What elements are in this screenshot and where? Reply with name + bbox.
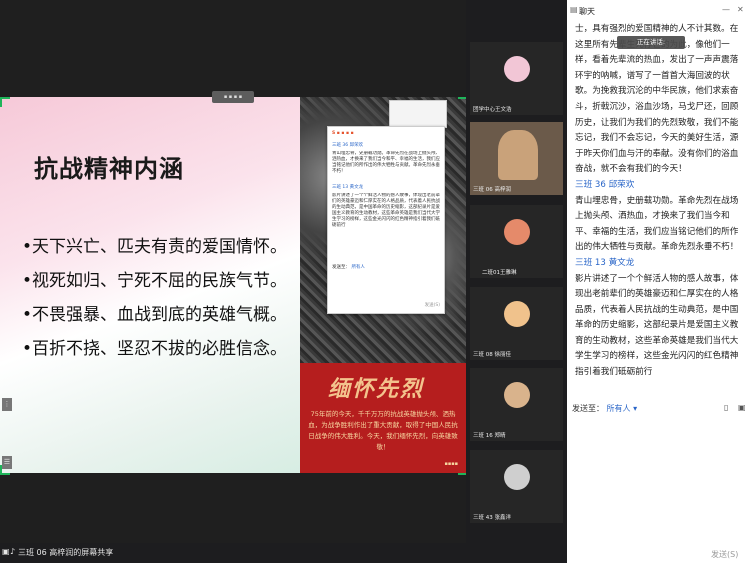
chevron-down-icon[interactable]: ▾ (633, 404, 637, 413)
video-tile[interactable]: 三班 08 徐丽佳 (470, 287, 563, 360)
side-handle-icon[interactable]: ⋮ (2, 398, 12, 411)
avatar (498, 130, 538, 180)
screen-share-icon: ▣ (2, 547, 10, 556)
mini-chat-window: S ▪ ▪ ▪ ▪ 三班 36 邱荣欢 青山埋忠骨，史册载功勋。革命先烈在战场上… (327, 126, 445, 314)
mini-chat-logo-icon: S ▪ ▪ ▪ ▪ (332, 131, 354, 136)
screenshot-icon[interactable]: ▣ (738, 403, 746, 412)
chat-message-list: 士，具有强烈的爱国精神的人不计其数。在这里所有先辈生死存亡的为此，像他们一样，看… (575, 22, 745, 381)
video-tile[interactable]: 团学中心王文浩 (470, 42, 563, 115)
chat-message-text: 青山埋忠骨，史册载功勋。革命先烈在战场上抛头颅、洒热血，才换来了我们当今和平、幸… (575, 195, 739, 253)
slide-bullet: •天下兴亡、匹夫有责的爱国情怀。 (22, 237, 288, 257)
mini-chat-sender: 三班 13 黄文龙 (332, 185, 364, 190)
send-to-label: 发送至： (572, 404, 604, 413)
send-button[interactable]: 发送(S) (711, 549, 738, 560)
close-icon[interactable]: ✕ (737, 5, 744, 14)
file-icon[interactable]: ▯ (724, 403, 728, 412)
video-tile[interactable]: 三班 43 张鑫洋 (470, 450, 563, 523)
chat-message-text: 影片讲述了一个个鲜活人物的感人故事，体现出老前辈们的英雄豪迈和仁厚实在的人格品质… (575, 273, 739, 378)
mini-chat-sender: 三班 36 邱荣欢 (332, 143, 364, 148)
floating-toolbar[interactable]: ▪ ▪ ▪ ▪ (212, 91, 254, 103)
video-tile[interactable]: 二班01王雅琳 (470, 205, 563, 278)
chat-header: ▤ 聊天 — ✕ (567, 0, 750, 22)
share-border-corner (0, 97, 10, 107)
avatar (504, 56, 530, 82)
participant-name: 二班01王雅琳 (482, 270, 517, 276)
microphone-icon: ♪ (10, 547, 16, 556)
participant-name: 三班 06 高梓润 (473, 187, 511, 193)
memorial-banner: 缅怀先烈 75年前的今天，千千万万的抗战英雄抛头颅、洒热血，为战争胜利作出了重大… (300, 363, 466, 473)
video-tile[interactable]: 三班 16 郑晴 (470, 368, 563, 441)
participant-name: 团学中心王文浩 (473, 107, 512, 113)
slide-title: 抗战精神内涵 (34, 155, 184, 183)
mini-send-row: 发送至： 所有人 (332, 265, 440, 271)
mini-toolbar-window (389, 100, 447, 128)
slide-bullet: •不畏强暴、血战到底的英雄气概。 (22, 305, 288, 325)
participant-name: 三班 08 徐丽佳 (473, 352, 511, 358)
chat-panel: ▤ 聊天 — ✕ 士，具有强烈的爱国精神的人不计其数。在这里所有先辈生死存亡的为… (567, 0, 750, 563)
banner-logo: ▪▪▪▪ (444, 461, 458, 467)
mini-send-label: 发送至： (332, 265, 350, 270)
send-target-row: 发送至： 所有人 ▾ ▯ ▣ (572, 403, 747, 417)
slide-bullet-list: •天下兴亡、匹夫有责的爱国情怀。 •视死如归、宁死不屈的民族气节。 •不畏强暴、… (22, 230, 287, 366)
mini-send-target: 所有人 (351, 265, 365, 270)
status-bar: ▣ ♪ 三班 06 高梓润的屏幕共享 (0, 543, 466, 563)
participant-name: 三班 16 郑晴 (473, 433, 506, 439)
video-tile[interactable]: 三班 06 高梓润 (470, 122, 563, 195)
mini-chat-text: 影片讲述了一个个鲜活人物的感人故事，体现出老前辈们的英雄豪迈和仁厚实在的人格品质… (332, 193, 440, 228)
chat-icon: ▤ (570, 5, 578, 14)
banner-title: 缅怀先烈 (328, 376, 425, 402)
chat-sender: 三班 13 黄文龙 (575, 257, 635, 268)
chat-title: 聊天 (579, 7, 595, 16)
avatar (504, 464, 530, 490)
avatar (504, 219, 530, 245)
avatar (504, 382, 530, 408)
speaking-indicator: 正在讲话: (617, 36, 685, 49)
slide-bullet: •视死如归、宁死不屈的民族气节。 (22, 271, 288, 291)
list-icon[interactable]: ☰ (2, 456, 12, 469)
send-target-dropdown[interactable]: 所有人 (607, 404, 631, 413)
screen-share-label: 三班 06 高梓润的屏幕共享 (18, 548, 114, 557)
avatar (504, 301, 530, 327)
banner-text: 75年前的今天，千千万万的抗战英雄抛头颅、洒热血，为战争胜利作出了重大贡献，取得… (308, 410, 458, 451)
shared-screen-area: 抗战精神内涵 •天下兴亡、匹夫有责的爱国情怀。 •视死如归、宁死不屈的民族气节。… (0, 0, 468, 563)
mini-send-button: 发送(S) (424, 303, 440, 308)
slide-bullet: •百折不挠、坚忍不拔的必胜信念。 (22, 339, 288, 359)
minimize-icon[interactable]: — (722, 5, 730, 14)
chat-sender: 三班 36 邱荣欢 (575, 179, 635, 190)
mini-chat-text: 青山埋忠骨，史册载功勋。革命先烈在战场上抛头颅、洒热血，才换来了我们当今和平、幸… (332, 151, 440, 174)
participant-name: 三班 43 张鑫洋 (473, 515, 511, 521)
participant-video-column: 团学中心王文浩 三班 06 高梓润 二班01王雅琳 三班 08 徐丽佳 三班 1… (466, 0, 567, 563)
slide-text-panel: 抗战精神内涵 •天下兴亡、匹夫有责的爱国情怀。 •视死如归、宁死不屈的民族气节。… (0, 97, 300, 473)
